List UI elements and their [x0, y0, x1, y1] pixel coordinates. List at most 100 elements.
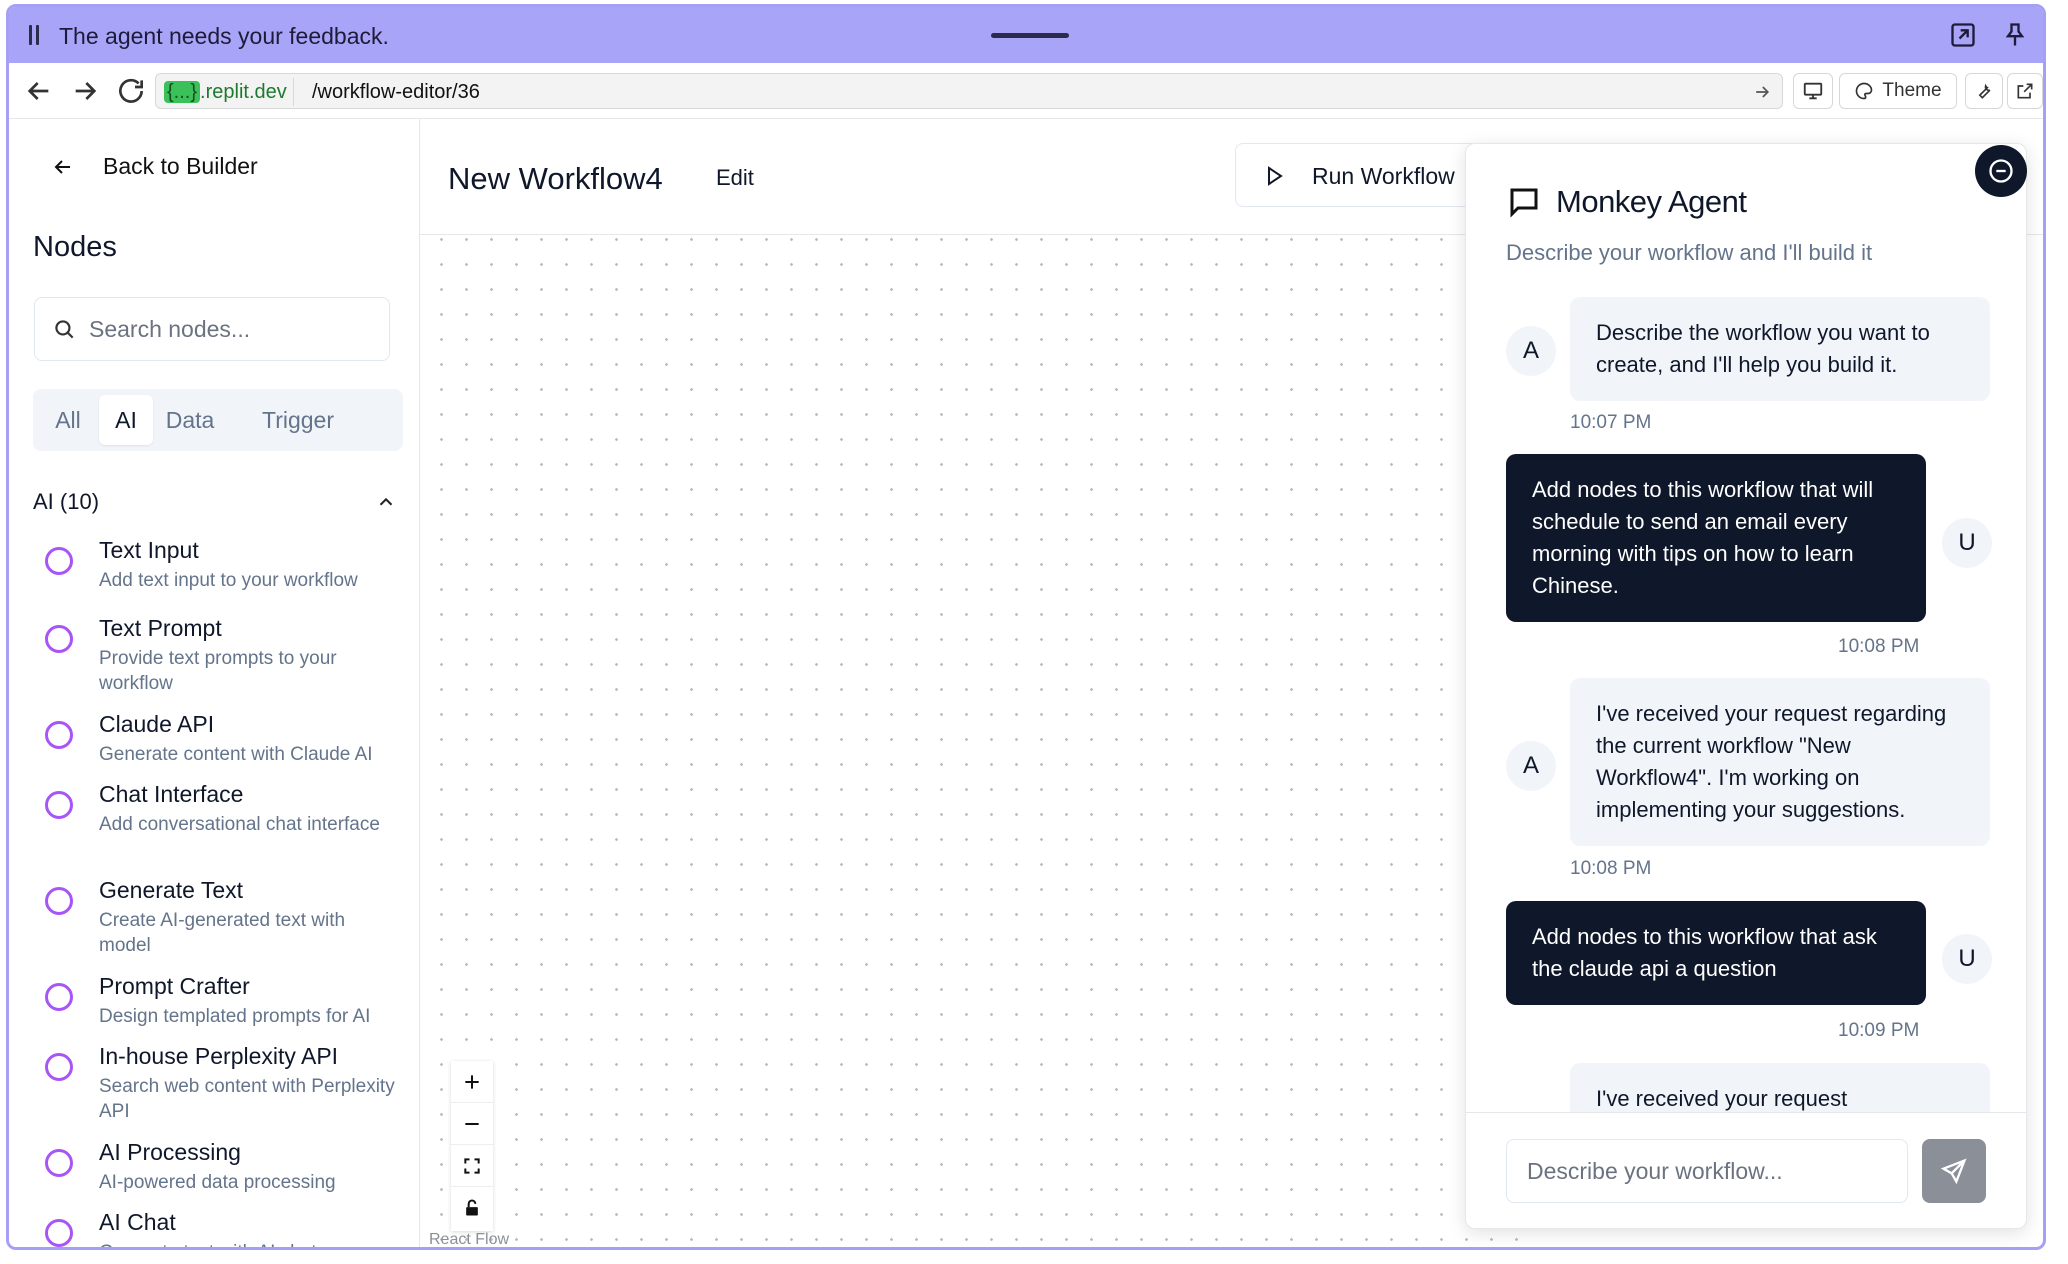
host-tag: {...} [164, 81, 201, 103]
node-description: AI-powered data processing [99, 1172, 336, 1193]
zoom-out-button[interactable] [451, 1103, 493, 1145]
tab-data[interactable]: Data [157, 395, 223, 445]
agent-chat-panel: Monkey Agent Describe your workflow and … [1465, 143, 2027, 1229]
node-title: Prompt Crafter [99, 973, 250, 999]
section-header[interactable]: AI (10) [33, 489, 99, 515]
lock-icon [466, 1199, 478, 1216]
node-title: In-house Perplexity API [99, 1043, 339, 1069]
node-description: Add conversational chat interface [99, 814, 380, 835]
node-search [34, 297, 390, 361]
go-arrow-icon[interactable] [1752, 82, 1772, 102]
app-window: The agent needs your feedback. {...} .rep… [6, 4, 2046, 1250]
palette-icon [1856, 82, 1873, 100]
node-circle-icon [45, 1053, 73, 1081]
flow-canvas[interactable]: React Flow [421, 236, 1521, 1247]
minimize-chat-button[interactable] [1975, 145, 2027, 197]
node-title: Chat Interface [99, 781, 244, 807]
plus-icon [465, 1075, 479, 1089]
node-circle-icon [45, 791, 73, 819]
back-to-builder-link[interactable]: Back to Builder [51, 153, 258, 180]
device-preview-button[interactable] [1793, 73, 1833, 109]
user-message: Add nodes to this workflow that will sch… [1506, 454, 1926, 622]
run-label: Run Workflow [1312, 163, 1455, 189]
node-title: AI Processing [99, 1139, 241, 1165]
theme-label: Theme [1882, 80, 1942, 101]
agent-message: Describe the workflow you want to create… [1570, 297, 1990, 401]
drag-handle[interactable] [991, 33, 1069, 38]
agent-avatar: A [1506, 326, 1556, 376]
banner-message: The agent needs your feedback. [59, 23, 389, 49]
node-title: AI Chat [99, 1209, 176, 1235]
minus-circle-icon [1989, 159, 2013, 183]
nodes-title: Nodes [33, 231, 117, 263]
fit-view-button[interactable] [451, 1145, 493, 1187]
back-arrow-icon[interactable] [23, 75, 55, 107]
tab-trigger[interactable]: Trigger [239, 395, 357, 445]
node-title: Text Input [99, 537, 199, 563]
message-time: 10:07 PM [1570, 412, 1652, 433]
node-title: Claude API [99, 711, 215, 737]
zoom-in-button[interactable] [451, 1061, 493, 1103]
node-circle-icon [45, 1219, 73, 1247]
agent-message: I've received your request regarding the… [1570, 678, 1990, 846]
devtools-button[interactable] [1965, 73, 2003, 109]
tab-all[interactable]: All [39, 395, 97, 445]
node-description: Search web content with Perplexity API [99, 1076, 395, 1122]
chat-composer [1466, 1112, 2026, 1228]
expand-icon[interactable] [1949, 21, 1977, 49]
node-title: Text Prompt [99, 615, 222, 641]
message-time: 10:08 PM [1570, 858, 1652, 879]
node-circle-icon [45, 1149, 73, 1177]
node-circle-icon [45, 625, 73, 653]
chat-input[interactable] [1506, 1139, 1908, 1203]
node-circle-icon [45, 721, 73, 749]
address-host: {...} .replit.dev [160, 78, 294, 106]
category-tabs: All AI Data Trigger [33, 389, 403, 451]
forward-arrow-icon[interactable] [69, 75, 101, 107]
user-avatar: U [1942, 518, 1992, 568]
node-circle-icon [45, 887, 73, 915]
pin-icon[interactable] [2001, 21, 2029, 49]
node-description: Create AI-generated text with model [99, 910, 346, 956]
lock-button[interactable] [451, 1187, 493, 1229]
user-avatar: U [1942, 934, 1992, 984]
tab-ai[interactable]: AI [99, 395, 153, 445]
search-icon [55, 320, 74, 339]
host-domain: .replit.dev [200, 81, 287, 103]
monitor-icon [1803, 82, 1823, 100]
chat-bubble-icon [1510, 188, 1538, 218]
address-bar[interactable]: {...} .replit.dev /workflow-editor/36 [155, 73, 1783, 109]
feedback-banner: The agent needs your feedback. [9, 7, 2043, 63]
minus-icon [465, 1123, 479, 1125]
fit-view-icon [464, 1158, 480, 1174]
open-external-button[interactable] [2007, 73, 2043, 109]
node-description: Provide text prompts to your workflow [99, 648, 337, 694]
user-message: Add nodes to this workflow that ask the … [1506, 901, 1926, 1005]
message-time: 10:09 PM [1838, 1020, 1920, 1041]
node-title: Generate Text [99, 877, 244, 903]
chat-title: Monkey Agent [1556, 184, 1747, 219]
edit-button[interactable]: Edit [716, 165, 754, 191]
nodes-sidebar: Back to Builder Nodes All AI Data Trigge… [9, 119, 420, 1247]
send-icon [1940, 1158, 1967, 1185]
chat-subtitle: Describe your workflow and I'll build it [1506, 240, 1873, 265]
browser-toolbar: {...} .replit.dev /workflow-editor/36 The… [9, 63, 2043, 119]
node-description: Add text input to your workflow [99, 570, 358, 591]
node-description: Design templated prompts for AI [99, 1006, 371, 1027]
chat-header: Monkey Agent [1506, 184, 1747, 220]
send-button[interactable] [1922, 1139, 1986, 1203]
arrow-left-icon [54, 159, 70, 174]
message-time: 10:08 PM [1838, 636, 1920, 657]
play-icon [1268, 166, 1283, 186]
search-input[interactable] [89, 312, 379, 346]
reload-icon[interactable] [115, 75, 147, 107]
back-label: Back to Builder [103, 153, 258, 179]
pause-icon[interactable] [27, 25, 43, 45]
theme-button[interactable]: Theme [1839, 73, 1957, 109]
address-path: /workflow-editor/36 [312, 81, 480, 103]
external-link-icon [2017, 83, 2033, 99]
node-description: Generate text with AI chat [99, 1240, 399, 1247]
wrench-icon [1978, 83, 1991, 99]
react-flow-attribution[interactable]: React Flow [429, 1231, 509, 1247]
chevron-up-icon[interactable] [375, 491, 397, 513]
